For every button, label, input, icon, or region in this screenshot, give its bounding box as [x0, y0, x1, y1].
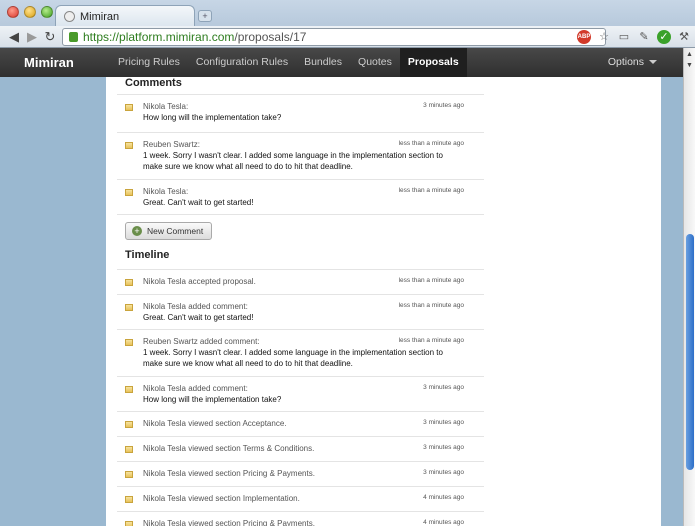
note-icon	[125, 339, 133, 346]
comment-item: Reuben Swartz: 1 week. Sorry I wasn't cl…	[117, 132, 484, 179]
bookmark-star-icon[interactable]: ☆	[597, 30, 611, 44]
url-text: https://platform.mimiran.com/proposals/1…	[83, 30, 306, 44]
minimize-window-button[interactable]	[24, 6, 36, 18]
note-icon	[125, 104, 133, 111]
scrollbar-thumb[interactable]	[686, 234, 694, 470]
options-label: Options	[607, 56, 644, 68]
globe-icon	[64, 11, 75, 22]
forward-arrow-icon[interactable]: ▶	[24, 29, 40, 45]
note-icon	[125, 521, 133, 526]
wrench-icon[interactable]: ⚒	[677, 30, 691, 44]
nav-quotes[interactable]: Quotes	[350, 48, 400, 77]
wrench-settings-icon[interactable]: ✎	[637, 30, 651, 44]
toolbar-icons: ABP ☆ ▭ ✎ ✓ ⚒	[577, 30, 691, 44]
new-tab-button[interactable]: +	[198, 10, 212, 22]
back-arrow-icon[interactable]: ◀	[6, 29, 22, 45]
timeline-item: Nikola Tesla viewed section Implementati…	[117, 486, 484, 511]
zoom-window-button[interactable]	[41, 6, 53, 18]
url-path: /proposals/17	[234, 30, 307, 44]
note-icon	[125, 189, 133, 196]
timeline-item: Nikola Tesla added comment: How long wil…	[117, 376, 484, 411]
timeline-item: Nikola Tesla accepted proposal. less tha…	[117, 269, 484, 294]
timeline-item: Nikola Tesla viewed section Terms & Cond…	[117, 436, 484, 461]
timeline-time: 3 minutes ago	[423, 419, 464, 426]
close-window-button[interactable]	[7, 6, 19, 18]
scroll-down-arrow-icon[interactable]: ▼	[686, 62, 693, 69]
comments-list: Nikola Tesla: How long will the implemen…	[117, 94, 484, 215]
app-brand[interactable]: Mimiran	[24, 55, 74, 70]
timeline-time: 3 minutes ago	[423, 384, 464, 391]
reload-icon[interactable]: ↻	[42, 29, 58, 45]
comment-time: less than a minute ago	[398, 187, 464, 194]
comment-item: Nikola Tesla: How long will the implemen…	[117, 94, 484, 132]
nav-configuration-rules[interactable]: Configuration Rules	[188, 48, 296, 77]
browser-chrome: Mimiran + ◀ ▶ ↻ https://platform.mimiran…	[0, 0, 695, 48]
nav-bundles[interactable]: Bundles	[296, 48, 350, 77]
timeline-item: Nikola Tesla viewed section Pricing & Pa…	[117, 511, 484, 526]
timeline-list: Nikola Tesla accepted proposal. less tha…	[117, 269, 484, 526]
comments-heading: Comments	[125, 77, 182, 89]
nav-pricing-rules[interactable]: Pricing Rules	[110, 48, 188, 77]
page-icon[interactable]: ▭	[617, 30, 631, 44]
main-nav: Pricing Rules Configuration Rules Bundle…	[110, 48, 467, 77]
browser-tab[interactable]: Mimiran	[55, 5, 195, 27]
comment-time: 3 minutes ago	[423, 102, 464, 109]
nav-proposals[interactable]: Proposals	[399, 48, 467, 77]
timeline-time: less than a minute ago	[398, 277, 464, 284]
chevron-down-icon	[649, 60, 657, 65]
check-extension-icon[interactable]: ✓	[657, 30, 671, 44]
timeline-detail: How long will the implementation take?	[143, 395, 282, 404]
note-icon	[125, 304, 133, 311]
proposal-content: Comments Nikola Tesla: How long will the…	[106, 77, 661, 526]
note-icon	[125, 421, 133, 428]
note-icon	[125, 279, 133, 286]
tab-title: Mimiran	[80, 10, 120, 23]
timeline-time: 4 minutes ago	[423, 494, 464, 501]
note-icon	[125, 496, 133, 503]
timeline-time: less than a minute ago	[398, 337, 464, 344]
address-bar[interactable]: https://platform.mimiran.com/proposals/1…	[62, 28, 606, 46]
timeline-detail: 1 week. Sorry I wasn't clear. I added so…	[143, 348, 443, 368]
note-icon	[125, 142, 133, 149]
timeline-item: Nikola Tesla viewed section Pricing & Pa…	[117, 461, 484, 486]
scroll-up-arrow-icon[interactable]: ▲	[686, 51, 693, 58]
timeline-heading: Timeline	[125, 249, 170, 261]
timeline-item: Nikola Tesla viewed section Acceptance. …	[117, 411, 484, 436]
note-icon	[125, 471, 133, 478]
note-icon	[125, 386, 133, 393]
timeline-time: 3 minutes ago	[423, 444, 464, 451]
timeline-time: 3 minutes ago	[423, 469, 464, 476]
new-comment-button[interactable]: + New Comment	[125, 222, 212, 240]
timeline-item: Nikola Tesla added comment: Great. Can't…	[117, 294, 484, 329]
options-menu[interactable]: Options	[608, 48, 657, 77]
comment-time: less than a minute ago	[398, 140, 464, 147]
timeline-time: 4 minutes ago	[423, 519, 464, 526]
note-icon	[125, 446, 133, 453]
timeline-time: less than a minute ago	[398, 302, 464, 309]
comment-text: How long will the implementation take?	[143, 113, 282, 122]
comment-item: Nikola Tesla: Great. Can't wait to get s…	[117, 179, 484, 215]
lock-icon	[69, 32, 78, 42]
timeline-detail: Great. Can't wait to get started!	[143, 313, 254, 322]
url-host: https://platform.mimiran.com	[83, 30, 235, 44]
plus-icon: +	[132, 226, 142, 236]
comment-text: 1 week. Sorry I wasn't clear. I added so…	[143, 151, 443, 171]
page-scrollbar[interactable]: ▲ ▼	[683, 48, 695, 526]
app-navbar: Mimiran Pricing Rules Configuration Rule…	[0, 48, 683, 77]
new-comment-label: New Comment	[147, 226, 204, 236]
window-controls	[7, 6, 53, 18]
browser-toolbar: ◀ ▶ ↻ https://platform.mimiran.com/propo…	[0, 26, 695, 48]
timeline-item: Reuben Swartz added comment: 1 week. Sor…	[117, 329, 484, 376]
comment-text: Great. Can't wait to get started!	[143, 198, 254, 207]
adblock-icon[interactable]: ABP	[577, 30, 591, 44]
